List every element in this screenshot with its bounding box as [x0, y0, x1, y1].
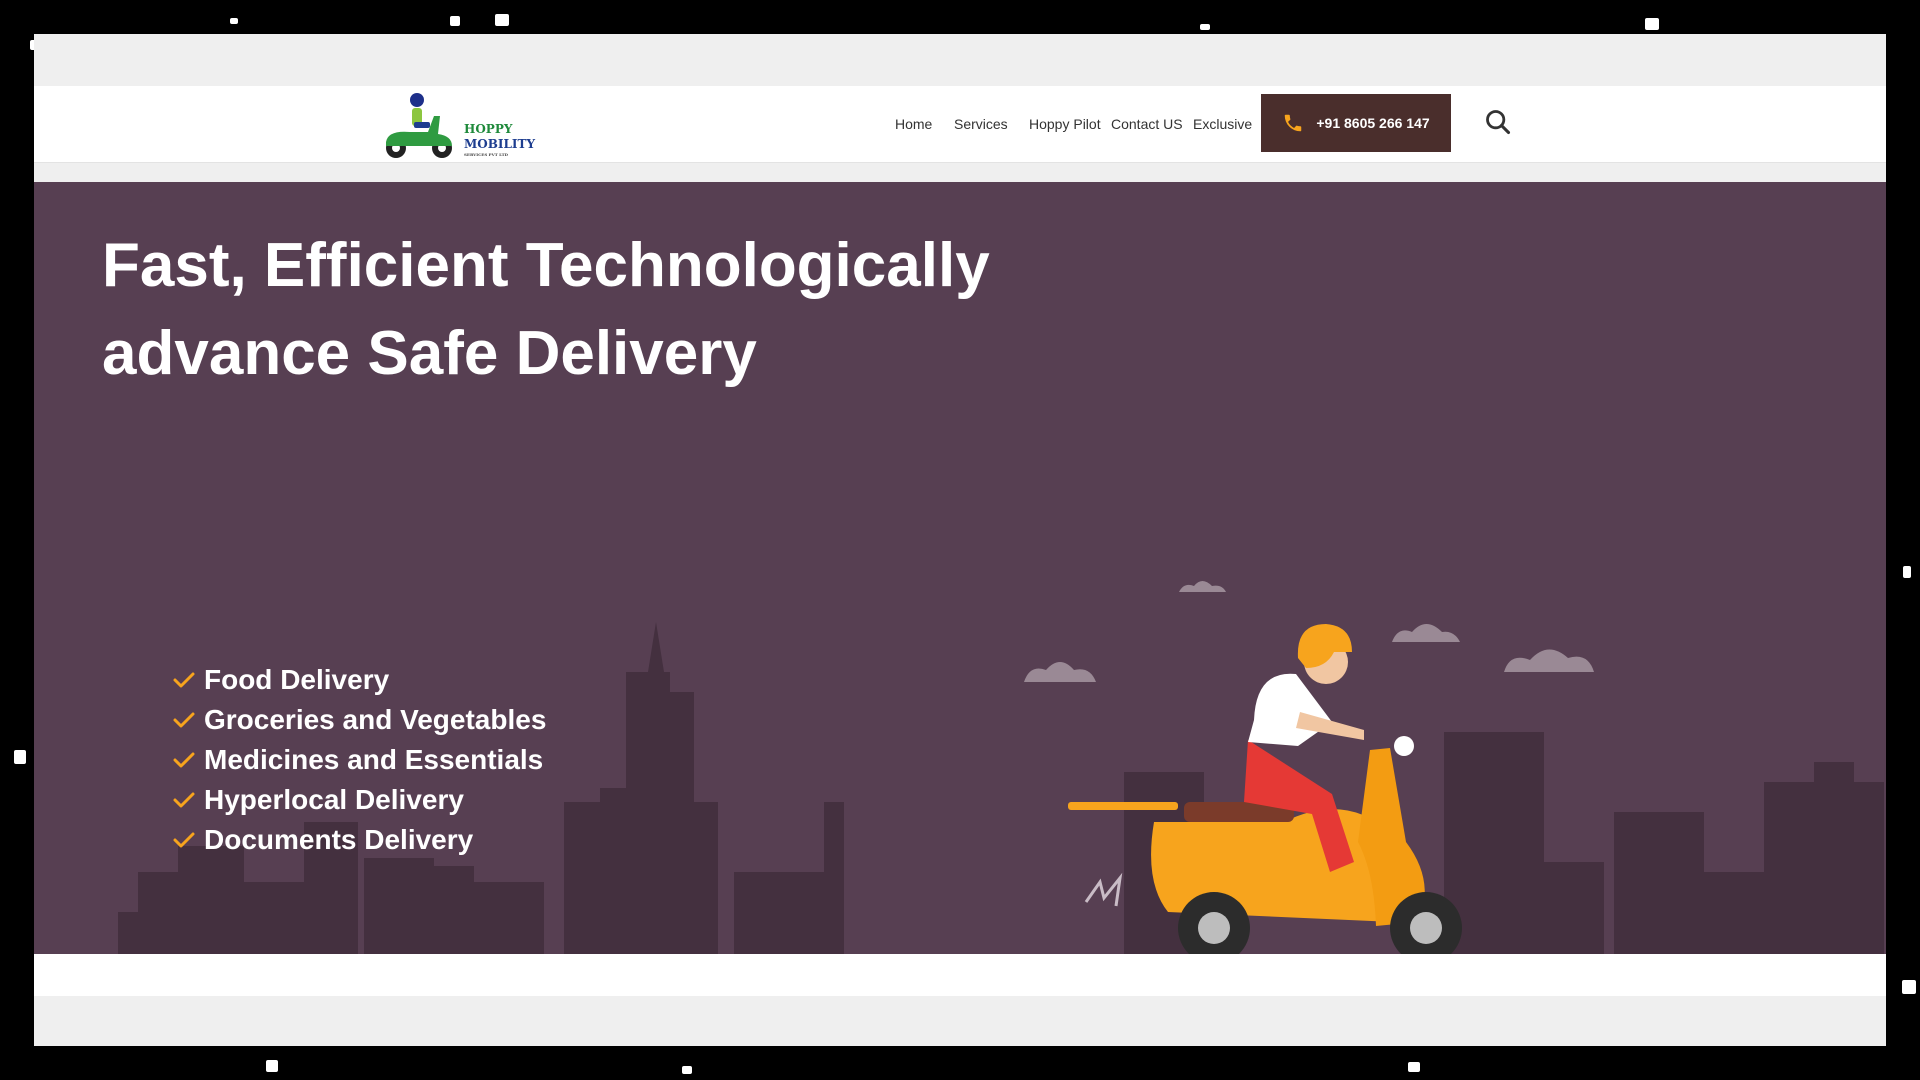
scooter-logo-icon: [386, 93, 452, 158]
hero-title-line2: advance Safe Delivery: [102, 319, 757, 388]
search-icon[interactable]: [1484, 108, 1512, 136]
brand-name-line1: HOPPY: [464, 122, 513, 136]
list-item: Groceries and Vegetables: [172, 700, 546, 740]
phone-icon: [1285, 114, 1302, 132]
hero-title-line1: Fast, Efficient Technologically: [102, 231, 990, 300]
services-list: Food Delivery Groceries and Vegetables M…: [172, 660, 546, 860]
check-icon: [173, 792, 195, 808]
border-speck: [1902, 980, 1916, 994]
service-label: Hyperlocal Delivery: [204, 784, 464, 815]
nav-item-contact-us[interactable]: Contact US: [1111, 116, 1183, 132]
nav-item-hoppy-pilot[interactable]: Hoppy Pilot: [1029, 116, 1101, 132]
check-icon: [173, 672, 195, 688]
check-icon: [173, 752, 195, 768]
border-speck: [1200, 24, 1210, 30]
border-speck: [450, 16, 460, 26]
brand-name-line2: MOBILITY: [464, 137, 536, 151]
service-label: Groceries and Vegetables: [204, 704, 547, 735]
brand-logo[interactable]: HOPPY MOBILITY SERVICES PVT LTD: [376, 86, 536, 162]
list-item: Hyperlocal Delivery: [172, 780, 546, 820]
nav-item-home[interactable]: Home: [895, 116, 932, 132]
border-speck: [682, 1066, 692, 1074]
check-icon: [173, 712, 195, 728]
brand-name-line3: SERVICES PVT LTD: [464, 152, 509, 157]
phone-call-button[interactable]: +91 8605 266 147: [1261, 94, 1451, 152]
service-label: Medicines and Essentials: [204, 744, 544, 775]
list-item: Documents Delivery: [172, 820, 546, 860]
header-divider: [34, 162, 1886, 163]
nav-item-exclusive[interactable]: Exclusive: [1193, 116, 1252, 132]
border-speck: [14, 750, 26, 764]
border-speck: [230, 18, 238, 24]
hero-bottom-strip: [34, 954, 1886, 996]
list-item: Food Delivery: [172, 660, 546, 700]
border-speck: [1645, 18, 1659, 30]
hero-title: Fast, Efficient Technologically advance …: [102, 222, 1002, 398]
check-icon: [173, 832, 195, 848]
browser-viewport: HOPPY MOBILITY SERVICES PVT LTD Home Ser…: [34, 34, 1886, 1046]
border-speck: [495, 14, 509, 26]
service-label: Documents Delivery: [204, 824, 474, 855]
phone-number: +91 8605 266 147: [1316, 115, 1430, 131]
nav-item-services[interactable]: Services: [954, 116, 1008, 132]
border-speck: [1903, 566, 1911, 578]
border-speck: [266, 1060, 278, 1072]
hero-banner: Fast, Efficient Technologically advance …: [34, 182, 1886, 954]
site-header: HOPPY MOBILITY SERVICES PVT LTD Home Ser…: [34, 86, 1886, 162]
border-speck: [1408, 1062, 1420, 1072]
service-label: Food Delivery: [204, 664, 390, 695]
list-item: Medicines and Essentials: [172, 740, 546, 780]
